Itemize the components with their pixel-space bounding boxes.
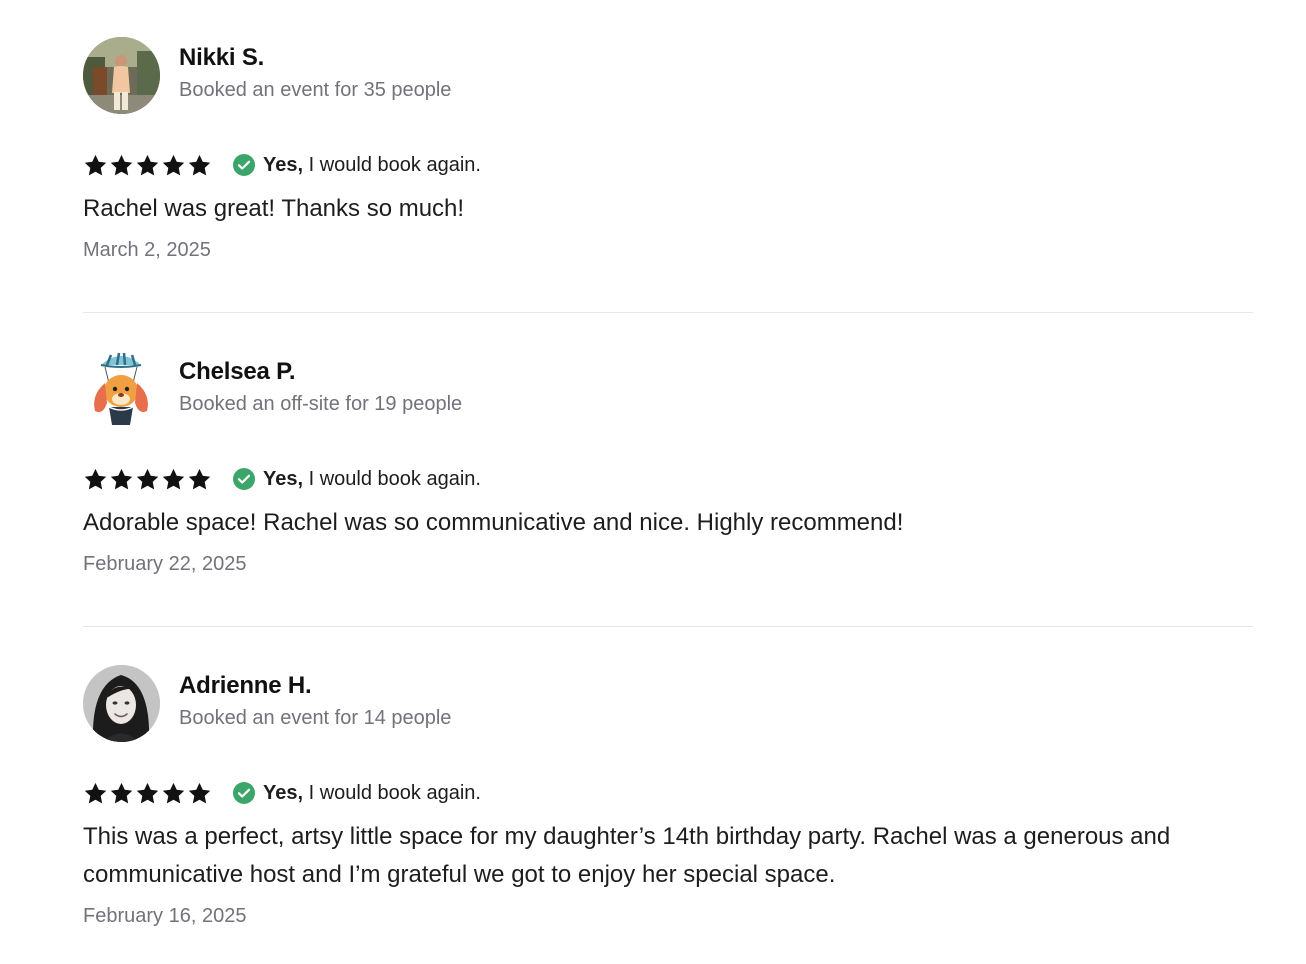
review-header: Adrienne H. Booked an event for 14 peopl… bbox=[83, 664, 1253, 742]
booking-summary: Booked an off-site for 19 people bbox=[179, 392, 463, 415]
booking-summary: Booked an event for 35 people bbox=[179, 78, 452, 101]
would-book-text: I would book again. bbox=[308, 468, 481, 490]
would-book-again: Yes, I would book again. bbox=[263, 152, 481, 178]
would-book-text: I would book again. bbox=[308, 154, 481, 176]
would-book-again: Yes, I would book again. bbox=[263, 466, 481, 492]
review-text: Adorable space! Rachel was so communicat… bbox=[83, 509, 904, 536]
star-rating bbox=[83, 153, 212, 178]
star-icon bbox=[162, 154, 185, 175]
star-icon bbox=[188, 468, 211, 489]
would-book-yes: Yes, bbox=[263, 468, 304, 490]
review-item: Adrienne H. Booked an event for 14 peopl… bbox=[83, 664, 1253, 930]
star-icon bbox=[188, 782, 211, 803]
reviewer-name: Nikki S. bbox=[179, 43, 265, 71]
check-circle-icon bbox=[233, 154, 255, 176]
star-icon bbox=[110, 468, 133, 489]
avatar[interactable] bbox=[83, 664, 160, 742]
would-book-text: I would book again. bbox=[308, 782, 481, 804]
star-rating bbox=[83, 467, 212, 492]
check-circle-icon bbox=[233, 468, 255, 490]
reviewer-name: Adrienne H. bbox=[179, 671, 312, 699]
review-date: February 16, 2025 bbox=[83, 905, 247, 927]
divider bbox=[83, 312, 1253, 313]
review-date: February 22, 2025 bbox=[83, 553, 247, 575]
review-header: Nikki S. Booked an event for 35 people bbox=[83, 36, 1253, 114]
star-rating bbox=[83, 781, 212, 806]
star-icon bbox=[84, 782, 107, 803]
rating-row: Yes, I would book again. bbox=[83, 466, 1253, 492]
review-text: This was a perfect, artsy little space f… bbox=[83, 823, 1171, 888]
reviewer-name: Chelsea P. bbox=[179, 357, 296, 385]
star-icon bbox=[84, 154, 107, 175]
star-icon bbox=[110, 782, 133, 803]
rating-row: Yes, I would book again. bbox=[83, 780, 1253, 806]
would-book-yes: Yes, bbox=[263, 154, 304, 176]
booking-summary: Booked an event for 14 people bbox=[179, 706, 452, 729]
review-item: Chelsea P. Booked an off-site for 19 peo… bbox=[83, 350, 1253, 578]
star-icon bbox=[136, 154, 159, 175]
review-date: March 2, 2025 bbox=[83, 239, 211, 261]
avatar[interactable] bbox=[83, 36, 160, 114]
star-icon bbox=[136, 468, 159, 489]
reviews-list: Nikki S. Booked an event for 35 people Y… bbox=[0, 0, 1306, 964]
review-text: Rachel was great! Thanks so much! bbox=[83, 195, 465, 222]
would-book-again: Yes, I would book again. bbox=[263, 780, 481, 806]
would-book-yes: Yes, bbox=[263, 782, 304, 804]
divider bbox=[83, 626, 1253, 627]
star-icon bbox=[188, 154, 211, 175]
review-header: Chelsea P. Booked an off-site for 19 peo… bbox=[83, 350, 1253, 428]
star-icon bbox=[110, 154, 133, 175]
rating-row: Yes, I would book again. bbox=[83, 152, 1253, 178]
star-icon bbox=[162, 782, 185, 803]
star-icon bbox=[84, 468, 107, 489]
review-item: Nikki S. Booked an event for 35 people Y… bbox=[83, 36, 1253, 264]
check-circle-icon bbox=[233, 782, 255, 804]
star-icon bbox=[162, 468, 185, 489]
star-icon bbox=[136, 782, 159, 803]
avatar[interactable] bbox=[83, 350, 160, 428]
